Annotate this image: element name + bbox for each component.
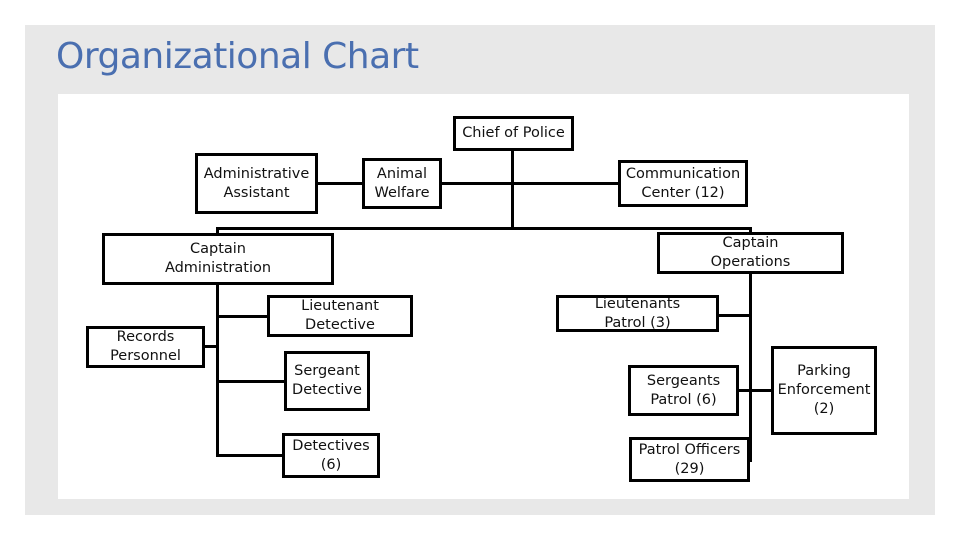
node-sergeant-detective: Sergeant Detective — [284, 351, 370, 411]
connector-sgt-patrol-parking — [737, 389, 772, 392]
connector-records — [203, 345, 218, 348]
connector-lt-detective — [216, 315, 268, 318]
connector-ops-trunk — [749, 272, 752, 462]
connector-sgt-detective — [216, 380, 285, 383]
slide-title: Organizational Chart — [56, 36, 419, 77]
connector-captains-row — [217, 227, 752, 230]
node-sergeants-patrol: Sergeants Patrol (6) — [628, 365, 739, 416]
node-lieutenants-patrol: Lieutenants Patrol (3) — [556, 295, 719, 332]
org-chart-canvas — [58, 94, 909, 499]
connector-admin-trunk — [216, 283, 219, 457]
node-detectives: Detectives (6) — [282, 433, 380, 478]
node-captain-administration: Captain Administration — [102, 233, 334, 285]
connector-detectives — [216, 454, 283, 457]
node-administrative-assistant: Administrative Assistant — [195, 153, 318, 214]
node-records-personnel: Records Personnel — [86, 326, 205, 368]
node-chief-of-police: Chief of Police — [453, 116, 574, 151]
node-communication-center: Communication Center (12) — [618, 160, 748, 207]
node-patrol-officers: Patrol Officers (29) — [629, 437, 750, 482]
node-lieutenant-detective: Lieutenant Detective — [267, 295, 413, 337]
connector-lt-patrol — [717, 314, 751, 317]
node-animal-welfare: Animal Welfare — [362, 158, 442, 209]
node-captain-operations: Captain Operations — [657, 232, 844, 274]
node-parking-enforcement: Parking Enforcement (2) — [771, 346, 877, 435]
connector-staff-row — [440, 182, 620, 185]
connector-admin-assistant — [316, 182, 363, 185]
connector-chief-trunk — [511, 150, 514, 230]
